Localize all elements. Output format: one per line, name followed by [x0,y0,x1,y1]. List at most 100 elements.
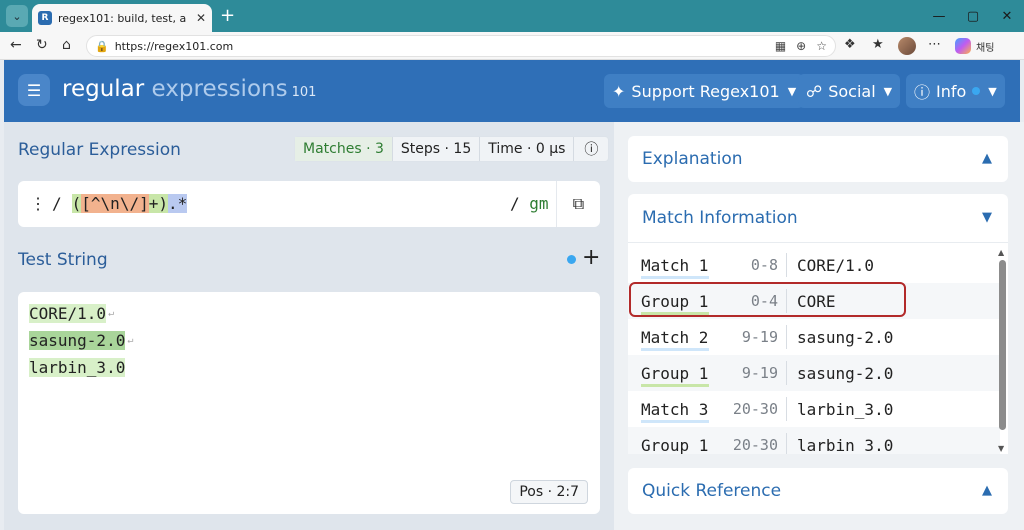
list-item[interactable]: Match 3 20-30 larbin_3.0 [628,391,1000,427]
favorites-icon[interactable]: ★ [872,37,884,52]
logo-main-text: regular [62,76,145,102]
row-value: CORE/1.0 [797,255,875,275]
explanation-card[interactable]: Explanation ▲ [628,136,1008,182]
row-name: Match 1 [641,255,709,275]
row-value: larbin_3.0 [797,435,894,455]
info-circle-icon: ⓘ [914,83,931,102]
test-status-dot [567,255,576,264]
quick-reference-card[interactable]: Quick Reference ▲ [628,468,1008,514]
new-tab-icon[interactable]: + [220,5,235,26]
tab-list-chevron-icon[interactable]: ⌄ [6,5,28,27]
url-text: https://regex101.com [114,39,234,53]
regex-delimiter-close: / [510,194,520,213]
copy-regex-icon[interactable]: ⧉ [556,181,600,227]
editor-panel: Regular Expression Matches · 3 Steps · 1… [4,122,614,530]
test-line-3-text: larbin_3.0 [29,358,126,377]
extensions-icon[interactable]: ❖ [844,37,856,52]
social-button[interactable]: ☍ Social ▼ [798,74,901,108]
row-value: larbin_3.0 [797,399,894,419]
info-button[interactable]: ⓘ Info ▼ [906,74,1005,108]
test-string-editor[interactable]: CORE/1.0 ↵ sasung-2.0 ↵ larbin_3.0 Pos · 2… [18,292,600,514]
address-toolbar: ← ↻ ⌂ 🔒 https://regex101.com ▦ ⊕ ☆ ❖ ★ ⋯… [0,32,1024,60]
cursor-position: Pos · 2:7 [510,480,588,504]
quick-reference-title: Quick Reference [642,481,782,501]
divider [786,325,787,349]
more-menu-icon[interactable]: ⋯ [928,37,941,52]
add-test-icon[interactable]: + [582,245,600,270]
stats-info-icon[interactable]: ⓘ [574,137,608,161]
delimiter-menu-icon[interactable]: ⋮ [30,194,46,213]
row-range: 0-8 [750,256,778,274]
app-header: ☰ regular expressions 101 ✦ Support Regex… [4,60,1020,122]
maximize-icon[interactable]: ▢ [956,0,990,32]
chevron-down-icon: ▼ [787,84,797,98]
regex-delimiter-open: / [52,194,62,213]
match-info-card[interactable]: Match Information ▼ [628,194,1008,242]
row-value: sasung-2.0 [797,327,894,347]
test-line-3: larbin_3.0 [29,358,126,377]
browser-tab-bar: ⌄ R regex101: build, test, and debug re … [0,0,1024,32]
highlight-annotation-box [629,282,906,317]
row-range: 20-30 [732,400,778,418]
newline-icon: ↵ [127,335,134,346]
sparkle-icon: ✦ [612,81,626,101]
chevron-down-icon[interactable]: ▼ [982,210,992,225]
zoom-icon[interactable]: ⊕ [796,39,806,53]
apps-icon[interactable]: ▦ [775,39,786,53]
scroll-down-arrow-icon[interactable]: ▼ [998,444,1004,453]
window-controls: — ▢ ✕ [922,0,1024,32]
favorite-star-icon[interactable]: ☆ [816,39,827,53]
regex-flags[interactable]: gm [529,194,548,213]
scrollbar-thumb[interactable] [999,260,1006,430]
divider [786,433,787,454]
list-item[interactable]: Match 2 9-19 sasung-2.0 [628,319,1000,355]
back-arrow-icon[interactable]: ← [10,37,22,53]
chat-label[interactable]: 채팅 [976,39,994,54]
explanation-title: Explanation [642,149,743,169]
row-value: sasung-2.0 [797,363,894,383]
row-range: 9-19 [741,328,778,346]
list-item[interactable]: Group 1 20-30 larbin_3.0 [628,427,1000,454]
test-line-1: CORE/1.0 ↵ [29,304,114,323]
app-logo[interactable]: regular expressions 101 [62,76,316,102]
lock-icon: 🔒 [95,39,109,53]
divider [786,361,787,385]
reload-icon[interactable]: ↻ [36,37,48,53]
sidebar-panel: Explanation ▲ Match Information ▼ Match … [614,122,1024,530]
close-window-icon[interactable]: ✕ [990,0,1024,32]
profile-avatar[interactable] [898,37,916,55]
row-name: Match 2 [641,327,709,347]
divider [786,397,787,421]
chevron-down-icon: ▼ [988,84,997,98]
home-icon[interactable]: ⌂ [62,37,71,53]
match-list-scrollbar[interactable]: ▲ ▼ [998,248,1008,456]
steps-count: Steps · 15 [393,137,481,161]
divider [786,253,787,277]
list-item[interactable]: Group 1 9-19 sasung-2.0 [628,355,1000,391]
regex-section-title: Regular Expression [18,140,181,160]
copilot-icon[interactable] [955,38,971,54]
group-underline [641,383,709,387]
newline-icon: ↵ [108,308,115,319]
url-field[interactable]: 🔒 https://regex101.com ▦ ⊕ ☆ [86,35,836,57]
regex-group-close: ) [158,194,168,213]
support-button[interactable]: ✦ Support Regex101 ▼ [604,74,805,108]
tab-title: regex101: build, test, and debug re [58,11,186,25]
hamburger-menu-icon[interactable]: ☰ [18,74,50,106]
chevron-up-icon[interactable]: ▲ [982,483,992,498]
browser-tab[interactable]: R regex101: build, test, and debug re ✕ [32,4,212,32]
regex-group-open: ( [71,194,82,213]
chevron-up-icon[interactable]: ▲ [982,151,992,166]
scroll-up-arrow-icon[interactable]: ▲ [998,248,1004,257]
info-label: Info [936,81,967,101]
support-label: Support Regex101 [631,81,780,101]
list-item[interactable]: Match 1 0-8 CORE/1.0 [628,247,1000,283]
match-info-list: Match 1 0-8 CORE/1.0 Group 1 0-4 CORE Ma… [628,242,1008,454]
match-underline [641,275,709,279]
tab-close-icon[interactable]: ✕ [196,11,206,25]
regex-char-class: [^\n\/] [81,194,149,213]
regex-input[interactable]: ⋮ / ([^\n\/] +) .* / gm ⧉ [18,181,600,227]
row-name: Group 1 [641,363,709,383]
minimize-icon[interactable]: — [922,0,956,32]
test-line-2-text: sasung-2.0 [29,331,126,350]
